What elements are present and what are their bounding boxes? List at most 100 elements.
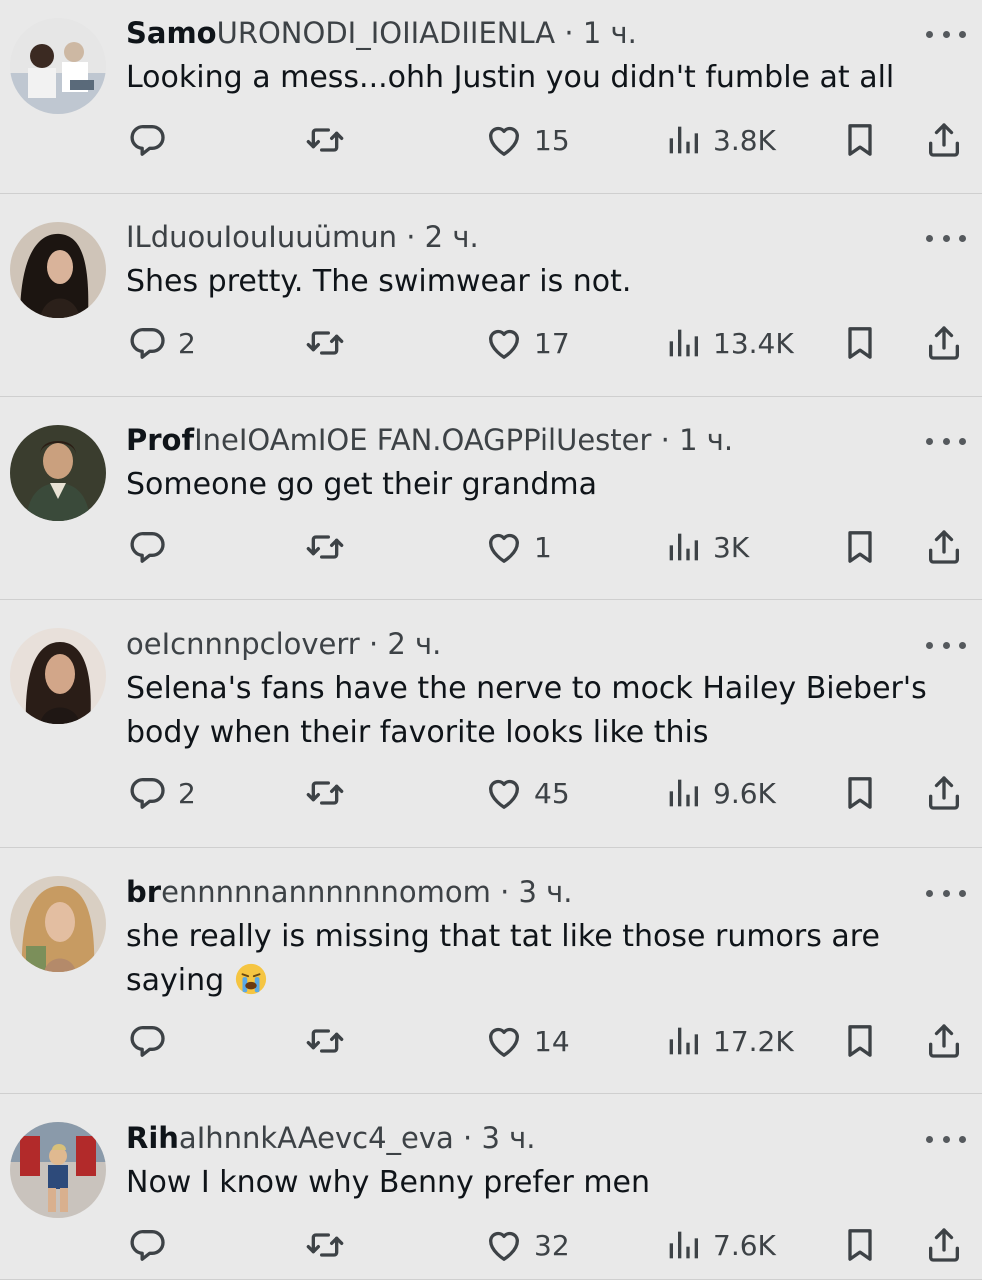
display-name[interactable]: br <box>126 875 161 909</box>
post-time[interactable]: 3 ч. <box>481 1121 535 1155</box>
user-handle[interactable]: IneIOAmIOE FAN.OAGPPilUester <box>194 423 651 457</box>
reply-button[interactable]: 2 <box>128 318 196 368</box>
like-button[interactable]: 17 <box>484 318 570 368</box>
views-icon <box>663 323 703 363</box>
reply-button[interactable] <box>128 1016 178 1066</box>
post-text-content: Looking a mess...ohh Justin you didn't f… <box>126 60 895 95</box>
like-count: 45 <box>534 776 570 810</box>
retweet-button[interactable] <box>305 115 345 165</box>
bookmark-icon <box>840 120 880 160</box>
post-time[interactable]: 1 ч. <box>679 423 733 457</box>
user-handle[interactable]: URONODI_IOIIADIIENLA <box>217 16 556 50</box>
retweet-button[interactable] <box>305 318 345 368</box>
views-button[interactable]: 13.4K <box>663 318 794 368</box>
share-button[interactable] <box>924 1016 964 1066</box>
more-icon[interactable] <box>926 431 966 451</box>
reply-post[interactable]: ILduouIouIuuümun · 2 ч. Shes pretty. The … <box>0 194 982 397</box>
bookmark-button[interactable] <box>840 1220 880 1270</box>
reply-button[interactable] <box>128 115 178 165</box>
reply-count: 2 <box>178 776 196 810</box>
reply-count: 2 <box>178 326 196 360</box>
bookmark-button[interactable] <box>840 522 880 572</box>
reply-icon <box>128 527 168 567</box>
bookmark-button[interactable] <box>840 768 880 818</box>
retweet-button[interactable] <box>305 768 345 818</box>
avatar[interactable] <box>10 18 106 114</box>
action-bar: 32 7.6K <box>0 1220 982 1270</box>
display-name[interactable]: Prof <box>126 423 194 457</box>
reply-post[interactable]: RihaIhnnkAAevc4_eva · 3 ч. Now I know why… <box>0 1094 982 1280</box>
views-icon <box>663 527 703 567</box>
reply-post[interactable]: ProfIneIOAmIOE FAN.OAGPPilUester · 1 ч. S… <box>0 397 982 600</box>
like-button[interactable]: 32 <box>484 1220 570 1270</box>
more-icon[interactable] <box>926 24 966 44</box>
display-name[interactable]: Samo <box>126 16 217 50</box>
share-icon <box>924 773 964 813</box>
avatar[interactable] <box>10 425 106 521</box>
bookmark-button[interactable] <box>840 1016 880 1066</box>
share-icon <box>924 323 964 363</box>
reply-post[interactable]: oeIcnnnpcloverr · 2 ч. Selena's fans have… <box>0 600 982 848</box>
like-button[interactable]: 1 <box>484 522 552 572</box>
reply-post[interactable]: SamoURONODI_IOIIADIIENLA · 1 ч. Looking a… <box>0 0 982 194</box>
bookmark-button[interactable] <box>840 318 880 368</box>
like-button[interactable]: 15 <box>484 115 570 165</box>
user-handle[interactable]: oeIcnnnpcloverr <box>126 627 360 661</box>
post-text-content: Now I know why Benny prefer men <box>126 1165 651 1200</box>
avatar[interactable] <box>10 222 106 318</box>
avatar[interactable] <box>10 628 106 724</box>
bookmark-icon <box>840 773 880 813</box>
more-icon[interactable] <box>926 1129 966 1149</box>
separator-dot: · <box>463 1121 473 1155</box>
post-text: Shes pretty. The swimwear is not. <box>126 260 942 304</box>
heart-icon <box>484 527 524 567</box>
views-button[interactable]: 17.2K <box>663 1016 794 1066</box>
post-header: RihaIhnnkAAevc4_eva · 3 ч. <box>126 1121 922 1155</box>
separator-dot: · <box>660 423 670 457</box>
like-count: 15 <box>534 123 570 157</box>
views-button[interactable]: 7.6K <box>663 1220 776 1270</box>
like-button[interactable]: 14 <box>484 1016 570 1066</box>
retweet-button[interactable] <box>305 1016 345 1066</box>
views-button[interactable]: 3K <box>663 522 749 572</box>
retweet-button[interactable] <box>305 522 345 572</box>
share-button[interactable] <box>924 115 964 165</box>
reply-button[interactable] <box>128 522 178 572</box>
bookmark-button[interactable] <box>840 115 880 165</box>
share-button[interactable] <box>924 522 964 572</box>
post-text-content: Shes pretty. The swimwear is not. <box>126 264 632 299</box>
views-count: 17.2K <box>713 1024 794 1058</box>
reply-button[interactable] <box>128 1220 178 1270</box>
share-button[interactable] <box>924 318 964 368</box>
post-time[interactable]: 1 ч. <box>583 16 637 50</box>
post-time[interactable]: 3 ч. <box>519 875 573 909</box>
share-button[interactable] <box>924 768 964 818</box>
share-icon <box>924 527 964 567</box>
more-icon[interactable] <box>926 883 966 903</box>
views-count: 7.6K <box>713 1228 776 1262</box>
action-bar: 2 17 13.4K <box>0 318 982 368</box>
like-count: 14 <box>534 1024 570 1058</box>
post-time[interactable]: 2 ч. <box>425 220 479 254</box>
reply-button[interactable]: 2 <box>128 768 196 818</box>
action-bar: 1 3K <box>0 522 982 572</box>
reply-post[interactable]: brennnnnannnnnnomom · 3 ч. she really is … <box>0 848 982 1094</box>
user-handle[interactable]: ILduouIouIuuümun <box>126 220 397 254</box>
more-icon[interactable] <box>926 635 966 655</box>
views-button[interactable]: 3.8K <box>663 115 776 165</box>
more-icon[interactable] <box>926 228 966 248</box>
retweet-icon <box>305 1225 345 1265</box>
views-button[interactable]: 9.6K <box>663 768 776 818</box>
views-icon <box>663 120 703 160</box>
post-time[interactable]: 2 ч. <box>387 627 441 661</box>
avatar[interactable] <box>10 876 106 972</box>
heart-icon <box>484 773 524 813</box>
views-icon <box>663 1021 703 1061</box>
user-handle[interactable]: aIhnnkAAevc4_eva <box>179 1121 454 1155</box>
share-button[interactable] <box>924 1220 964 1270</box>
display-name[interactable]: Rih <box>126 1121 179 1155</box>
user-handle[interactable]: ennnnnannnnnnomom <box>161 875 491 909</box>
avatar[interactable] <box>10 1122 106 1218</box>
like-button[interactable]: 45 <box>484 768 570 818</box>
retweet-button[interactable] <box>305 1220 345 1270</box>
